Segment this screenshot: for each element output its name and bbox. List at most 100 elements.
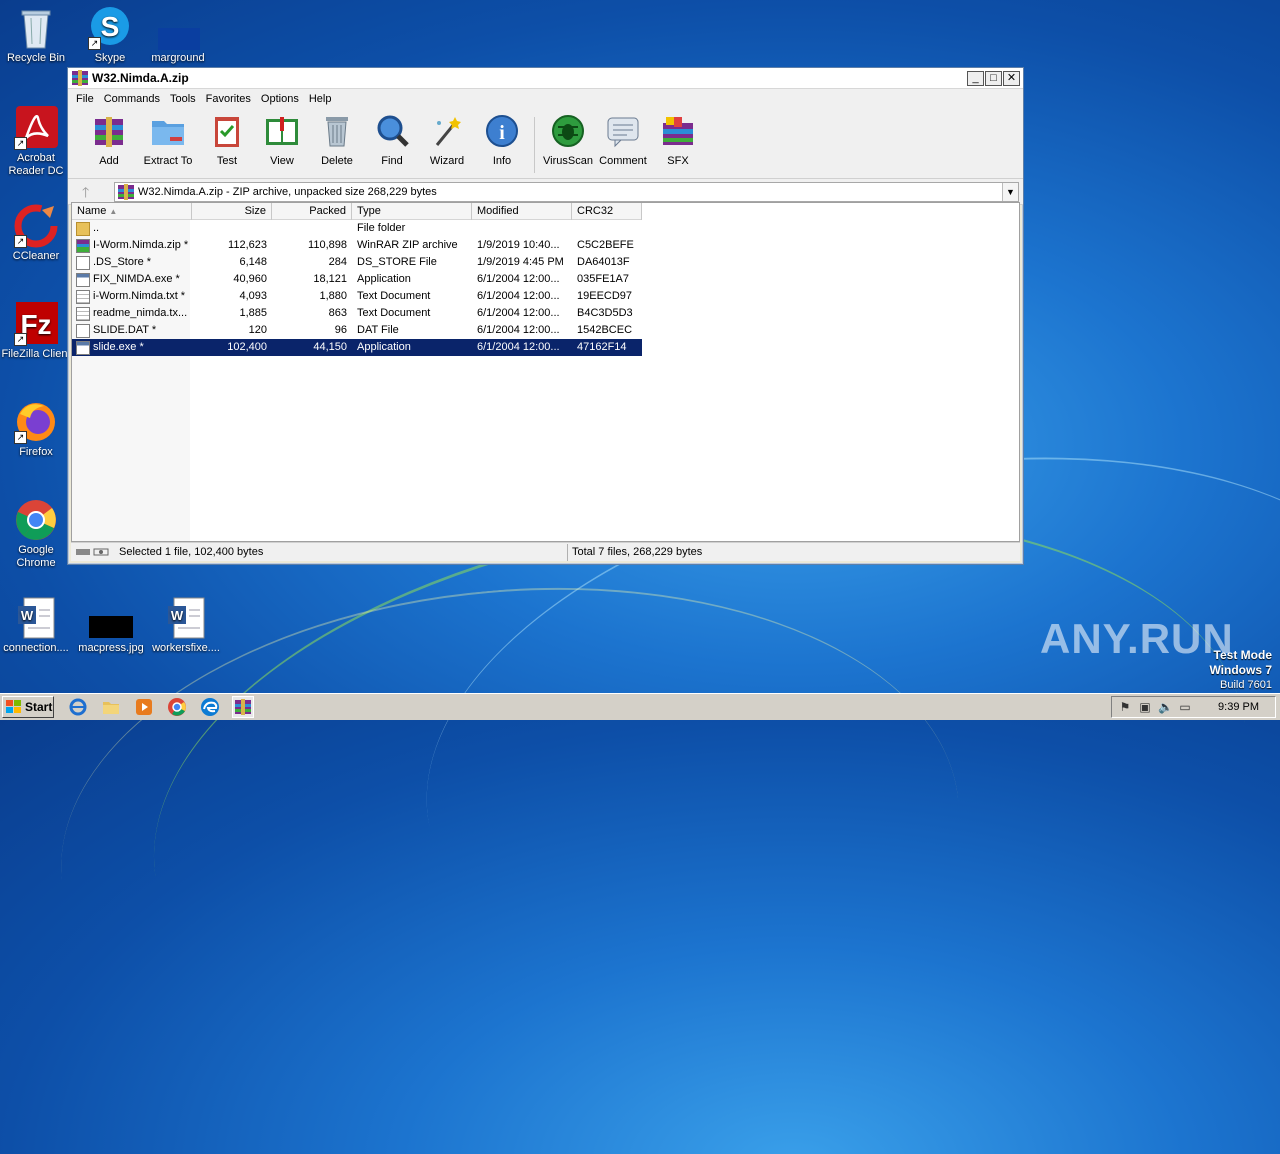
shortcut-arrow-icon: ↗ [88,37,101,50]
menu-tools[interactable]: Tools [165,93,201,105]
svg-text:i: i [499,122,505,144]
desktop-icon-recycle-bin[interactable]: Recycle Bin [0,6,72,65]
clock[interactable]: 9:39 PM [1218,701,1259,713]
table-row[interactable]: .DS_Store * 6,148 284 DS_STORE File 1/9/2019… [72,254,642,271]
up-folder-button[interactable]: 🡑 [74,181,114,203]
table-row[interactable]: readme_nimda.tx... 1,885 863 Text Document 6… [72,305,642,322]
file-size [192,220,272,237]
column-crc32[interactable]: CRC32 [572,203,642,220]
svg-text:S: S [101,11,120,42]
file-type: Application [357,273,411,285]
menu-help[interactable]: Help [304,93,337,105]
desktop-icon-macpress[interactable]: macpress.jpg [75,596,147,655]
file-name: FIX_NIMDA.exe * [72,271,192,288]
delete-button[interactable]: Delete [310,113,364,167]
winrar-app-icon [72,70,88,86]
menu-file[interactable]: File [71,93,99,105]
file-type: Text Document [357,307,431,319]
file-modified: 1/9/2019 4:45 PM [477,256,564,268]
add-archive-icon [95,117,123,147]
sfx-icon [663,117,693,145]
file-type: DAT File [357,324,399,336]
column-modified[interactable]: Modified [472,203,572,220]
find-button[interactable]: Find [365,113,419,167]
extract-to-button[interactable]: Extract To [137,113,199,167]
network-icon[interactable]: ▣ [1138,700,1152,714]
table-row[interactable]: i-Worm.Nimda.txt * 4,093 1,880 Text Documen… [72,288,642,305]
column-type[interactable]: Type [352,203,472,220]
desktop-icon-ccleaner[interactable]: ↗ CCleaner [0,204,72,263]
table-row[interactable]: .. File folder [72,220,642,237]
comment-button[interactable]: Comment [596,113,650,167]
file-packed [272,220,352,237]
drive-icon [76,548,109,556]
file-name: .. [72,220,192,237]
ccleaner-icon: ↗ [14,204,58,248]
text-file-icon [76,289,90,304]
minimize-button[interactable]: _ [967,70,984,86]
desktop-icon-skype[interactable]: S ↗ Skype [74,6,146,65]
file-rows: .. File folder I-Worm.Nimda.zip * 112,623 11… [72,220,642,356]
close-button[interactable]: ✕ [1003,70,1020,86]
file-icon [76,323,90,338]
maximize-button[interactable]: □ [985,70,1002,86]
shortcut-arrow-icon: ↗ [14,235,27,248]
shortcut-arrow-icon: ↗ [14,137,27,150]
desktop-icon-connection-doc[interactable]: W connection.... [0,596,72,655]
image-file-icon [156,6,200,50]
virusscan-button[interactable]: VirusScan [541,113,595,167]
desktop-icon-firefox[interactable]: ↗ Firefox [0,400,72,459]
file-packed: 110,898 [308,239,347,251]
desktop-icon-workersfixe-doc[interactable]: W workersfixe.... [150,596,222,655]
file-crc32: 19EECD97 [577,290,633,302]
monitor-icon[interactable]: ▭ [1178,700,1192,714]
add-button[interactable]: Add [82,113,136,167]
chrome-icon[interactable] [167,697,187,717]
volume-icon[interactable]: 🔈 [1158,700,1173,714]
start-button[interactable]: Start [2,696,54,718]
file-modified [472,220,572,237]
recycle-bin-icon [14,6,58,50]
chevron-down-icon[interactable]: ▼ [1002,182,1018,201]
column-packed[interactable]: Packed [272,203,352,220]
title-bar[interactable]: W32.Nimda.A.zip _ □ ✕ [68,68,1023,89]
file-packed: 284 [328,256,347,268]
winrar-window[interactable]: W32.Nimda.A.zip _ □ ✕ File Commands Tool… [67,67,1024,565]
filezilla-icon: Fz ↗ [14,302,58,346]
column-size[interactable]: Size [192,203,272,220]
explorer-folder-icon[interactable] [101,697,121,717]
winrar-taskbar-icon[interactable] [232,696,254,718]
file-modified: 6/1/2004 12:00... [477,307,560,319]
media-player-icon[interactable] [134,697,154,717]
table-row[interactable]: I-Worm.Nimda.zip * 112,623 110,898 WinRAR Z… [72,237,642,254]
shortcut-arrow-icon: ↗ [14,431,27,444]
table-row[interactable]: SLIDE.DAT * 120 96 DAT File 6/1/2004 12:00..… [72,322,642,339]
column-name[interactable]: Name ▲ [72,203,192,220]
file-list[interactable]: Name ▲ Size Packed Type Modified CRC32 .… [71,202,1020,542]
desktop-icon-chrome[interactable]: Google Chrome [0,498,72,570]
desktop-icon-acrobat[interactable]: ↗ Acrobat Reader DC [0,106,72,178]
desktop-icon-marground[interactable]: marground [142,6,214,65]
anyrun-watermark: ANY.RUN [1040,615,1234,662]
desktop-icon-filezilla[interactable]: Fz ↗ FileZilla Client [0,302,72,361]
view-button[interactable]: View [255,113,309,167]
wizard-button[interactable]: Wizard [420,113,474,167]
exe-icon [76,272,90,287]
menu-options[interactable]: Options [256,93,304,105]
ie-icon[interactable] [68,697,88,717]
svg-text:W: W [171,608,184,623]
menu-favorites[interactable]: Favorites [201,93,256,105]
system-tray: ⚑ ▣ 🔈 ▭ 9:39 PM [1111,696,1276,718]
info-button[interactable]: i Info [475,113,529,167]
table-row[interactable]: FIX_NIMDA.exe * 40,960 18,121 Application 6/… [72,271,642,288]
file-crc32: DA64013F [577,256,630,268]
table-row[interactable]: slide.exe * 102,400 44,150 Application 6/1/2… [72,339,642,356]
edge-icon[interactable] [200,697,220,717]
flag-icon[interactable]: ⚑ [1118,700,1132,714]
archive-path-field[interactable]: W32.Nimda.A.zip - ZIP archive, unpacked … [114,181,1019,202]
menu-commands[interactable]: Commands [99,93,165,105]
sfx-button[interactable]: SFX [651,113,705,167]
test-button[interactable]: Test [200,113,254,167]
skype-icon: S ↗ [88,6,132,50]
virus-scan-icon [552,115,584,147]
